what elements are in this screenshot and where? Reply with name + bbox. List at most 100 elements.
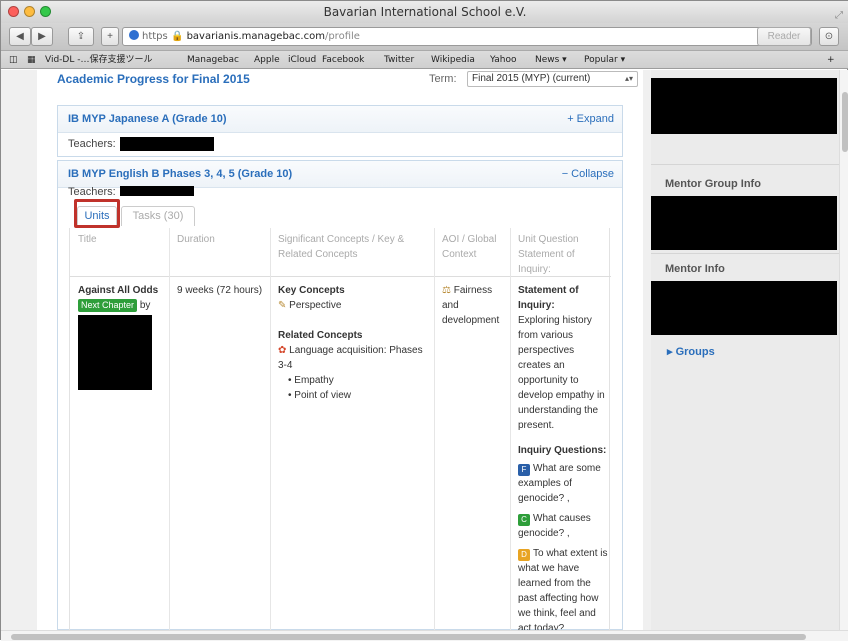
browser-window: Bavarian International School e.V. ⤢ ◀ ▶… (0, 0, 848, 641)
key-concepts-label: Key Concepts (278, 285, 345, 296)
url-host: bavarianis.managebac.com (186, 31, 325, 42)
traffic-lights (8, 6, 51, 17)
bookmark-item[interactable]: News ▾ (535, 51, 567, 69)
teachers-label: Teachers: (68, 186, 116, 198)
minimize-window-button[interactable] (24, 6, 35, 17)
duration-cell: 9 weeks (72 hours) (177, 285, 263, 296)
bookmark-item[interactable]: Popular ▾ (584, 51, 625, 69)
expand-button[interactable]: + Expand (567, 113, 614, 125)
redacted-block (651, 196, 837, 250)
concepts-cell: Key Concepts ✎ Perspective Related Conce… (278, 283, 428, 403)
zoom-window-button[interactable] (40, 6, 51, 17)
column-header: Significant Concepts / Key & Related Con… (278, 234, 405, 260)
reading-list-icon[interactable]: ◫ (9, 51, 18, 69)
scales-icon: ⚖ (442, 285, 451, 296)
course-card: IB MYP Japanese A (Grade 10) + Expand Te… (57, 105, 623, 157)
inquiry-label: Inquiry Questions: (518, 445, 607, 456)
close-window-button[interactable] (8, 6, 19, 17)
url-scheme: https (142, 31, 168, 42)
downloads-button[interactable]: ⊙ (819, 27, 839, 46)
term-select[interactable]: Final 2015 (MYP) (current) ▴▾ (467, 71, 638, 87)
browser-toolbar: ◀ ▶ ⇪ + https 🔒 bavarianis.managebac.com… (1, 23, 848, 51)
factual-icon: F (518, 464, 530, 476)
divider (651, 164, 839, 165)
bookmark-item[interactable]: Twitter (384, 51, 414, 69)
sidebar: Mentor Group Info Mentor Info ▸ Groups (651, 70, 839, 630)
units-table: Title Duration Significant Concepts / Ke… (69, 228, 611, 630)
column-header: AOI / Global Context (442, 234, 497, 260)
page-title: Academic Progress for Final 2015 (57, 72, 250, 86)
bookmark-item[interactable]: Vid-DL -…保存支援ツール (45, 51, 152, 69)
inquiry-cell: Statement of Inquiry: Exploring history … (518, 283, 608, 630)
scroll-thumb[interactable] (11, 634, 806, 640)
vertical-scrollbar[interactable] (839, 70, 848, 630)
perspective-icon: ✎ (278, 300, 287, 311)
redacted-teacher (120, 186, 194, 196)
term-label: Term: (429, 73, 457, 85)
concept-bullet: Empathy (294, 375, 334, 386)
redacted-teacher (120, 137, 214, 151)
main-content: Academic Progress for Final 2015 Term: F… (37, 70, 643, 630)
by-label: by (139, 300, 151, 311)
window-title: Bavarian International School e.V. (323, 5, 527, 19)
related-concepts-label: Related Concepts (278, 330, 363, 341)
redacted-block (651, 78, 837, 134)
course-header[interactable]: IB MYP Japanese A (Grade 10) + Expand (58, 106, 622, 133)
course-header[interactable]: IB MYP English B Phases 3, 4, 5 (Grade 1… (58, 161, 622, 188)
concept-bullet: Point of view (294, 390, 351, 401)
unit-title[interactable]: Against All Odds (78, 283, 166, 298)
inquiry-question: To what extent is what we have learned f… (518, 548, 608, 630)
course-title[interactable]: IB MYP English B Phases 3, 4, 5 (Grade 1… (68, 168, 292, 180)
lock-icon: 🔒 (170, 31, 184, 42)
highlight-box (74, 199, 120, 228)
unit-title-cell: Against All Odds Next Chapter by (78, 283, 166, 390)
bookmark-item[interactable]: Apple (254, 51, 280, 69)
next-chapter-badge: Next Chapter (78, 299, 138, 312)
scroll-thumb[interactable] (842, 92, 848, 152)
redacted-block (651, 281, 837, 335)
column-header: Unit Question Statement of Inquiry: (518, 234, 579, 275)
forward-button[interactable]: ▶ (31, 27, 53, 46)
course-title[interactable]: IB MYP Japanese A (Grade 10) (68, 113, 227, 125)
redacted-author (78, 315, 152, 390)
global-context: Fairness and development (442, 285, 500, 326)
related-concept: Language acquisition: Phases 3-4 (278, 345, 423, 371)
conceptual-icon: C (518, 514, 530, 526)
mentor-group-heading: Mentor Group Info (665, 178, 761, 190)
teachers-label: Teachers: (68, 138, 116, 150)
new-tab-button[interactable]: + (101, 27, 119, 46)
mentor-heading: Mentor Info (665, 263, 725, 275)
bookmarks-bar: ◫ ▦ Vid-DL -…保存支援ツール Managebac Apple iCl… (1, 51, 848, 69)
url-path: /profile (324, 31, 360, 42)
top-sites-icon[interactable]: ▦ (27, 51, 36, 69)
term-value: Final 2015 (MYP) (current) (472, 73, 591, 84)
horizontal-scrollbar[interactable] (1, 630, 848, 641)
tab-tasks[interactable]: Tasks (30) (121, 206, 195, 226)
bookmark-item[interactable]: Wikipedia (431, 51, 475, 69)
title-bar: Bavarian International School e.V. ⤢ (1, 1, 848, 23)
key-concept: Perspective (289, 300, 342, 311)
back-button[interactable]: ◀ (9, 27, 31, 46)
collapse-button[interactable]: − Collapse (562, 168, 614, 180)
add-bookmark-icon[interactable]: + (827, 51, 835, 69)
select-arrows-icon: ▴▾ (624, 74, 633, 83)
page-viewport: Academic Progress for Final 2015 Term: F… (1, 70, 848, 630)
bookmark-item[interactable]: iCloud (288, 51, 316, 69)
share-button[interactable]: ⇪ (68, 27, 94, 46)
bookmark-item[interactable]: Yahoo (490, 51, 517, 69)
soi-label: Statement of Inquiry: (518, 285, 579, 311)
divider (651, 253, 839, 254)
address-bar[interactable]: https 🔒 bavarianis.managebac.com/profile… (122, 27, 812, 46)
column-divider (270, 228, 271, 630)
column-header: Title (78, 234, 97, 245)
global-context-cell: ⚖ Fairness and development (442, 283, 508, 328)
groups-toggle[interactable]: ▸ Groups (667, 345, 715, 358)
bookmark-item[interactable]: Managebac (187, 51, 239, 69)
language-icon: ✿ (278, 345, 287, 356)
bookmark-item[interactable]: Facebook (322, 51, 364, 69)
inquiry-question: What are some examples of genocide? , (518, 463, 601, 504)
reader-button[interactable]: Reader (757, 27, 811, 46)
column-divider (510, 228, 511, 630)
globe-icon (129, 30, 139, 40)
column-header: Duration (177, 234, 215, 245)
